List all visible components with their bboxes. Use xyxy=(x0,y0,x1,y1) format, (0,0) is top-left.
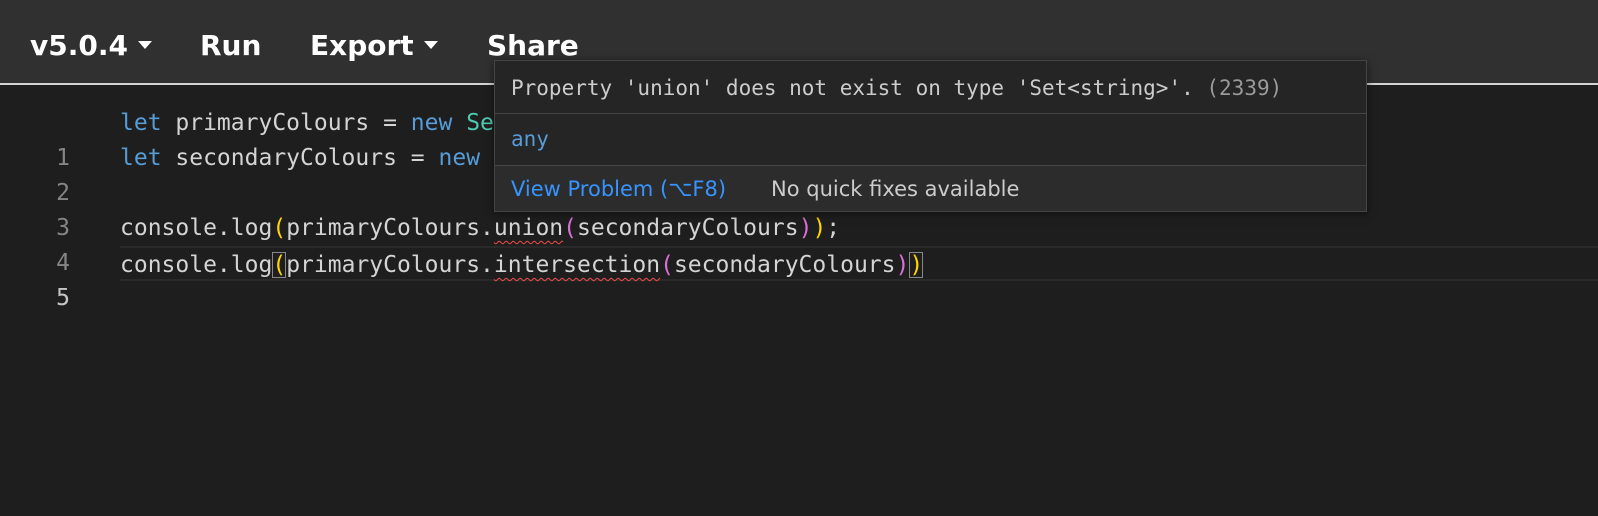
matched-bracket-token: ( xyxy=(272,252,287,278)
identifier-token: secondaryColours xyxy=(673,252,896,278)
chevron-down-icon xyxy=(137,41,152,49)
identifier-token: primaryColours. xyxy=(286,252,494,278)
chevron-down-icon xyxy=(423,41,438,49)
code-line-active[interactable]: 5 console.log(primaryColours.intersectio… xyxy=(0,246,1598,311)
identifier-token: primaryColours. xyxy=(286,215,494,241)
line-content[interactable]: console.log(primaryColours.intersection(… xyxy=(120,246,1598,281)
error-message: Property 'union' does not exist on type … xyxy=(511,73,1282,103)
keyword-token: let xyxy=(120,110,162,136)
type-info: any xyxy=(511,127,549,151)
run-label: Run xyxy=(200,29,262,62)
class-token: Se xyxy=(452,110,494,136)
hover-status-bar: View Problem (⌥F8) No quick fixes availa… xyxy=(495,165,1366,211)
version-dropdown[interactable]: v5.0.4 xyxy=(30,28,152,64)
line-number: 5 xyxy=(56,285,70,311)
bracket-token: ( xyxy=(272,215,287,241)
bracket-token: ) xyxy=(812,215,827,241)
keyword-token: let xyxy=(120,145,162,171)
export-label: Export xyxy=(310,29,414,62)
bracket-token: ) xyxy=(798,215,813,241)
playground-window: v5.0.4 Run Export Share 1 let primaryCol… xyxy=(0,0,1598,516)
view-problem-link[interactable]: View Problem (⌥F8) xyxy=(511,174,726,204)
error-message-text: Property 'union' does not exist on type … xyxy=(511,76,1194,100)
identifier-token: primaryColours = xyxy=(161,110,411,136)
identifier-token: console.log xyxy=(120,252,273,278)
share-button[interactable]: Share xyxy=(487,28,579,64)
quick-fix-status: No quick fixes available xyxy=(771,177,1020,201)
version-label: v5.0.4 xyxy=(30,29,128,62)
divider xyxy=(495,113,1366,114)
error-token[interactable]: union xyxy=(494,215,563,241)
keyword-token: new xyxy=(410,110,453,136)
keyword-token: new xyxy=(438,145,481,171)
matched-bracket-token: ) xyxy=(909,252,924,278)
code-line[interactable]: 4 console.log(primaryColours.union(secon… xyxy=(0,211,1598,276)
line-content[interactable]: console.log(primaryColours.union(seconda… xyxy=(120,211,1598,246)
identifier-token: console.log xyxy=(120,215,273,241)
identifier-token: secondaryColours xyxy=(577,215,799,241)
bracket-token: ( xyxy=(660,252,674,278)
semicolon-token: ; xyxy=(826,215,841,241)
export-dropdown[interactable]: Export xyxy=(310,28,438,64)
share-label: Share xyxy=(487,29,579,62)
bracket-token: ) xyxy=(895,252,910,278)
error-hover-popup: Property 'union' does not exist on type … xyxy=(494,60,1367,212)
identifier-token: secondaryColours = xyxy=(161,145,439,171)
error-code: (2339) xyxy=(1206,76,1283,100)
bracket-token: ( xyxy=(563,215,578,241)
run-button[interactable]: Run xyxy=(200,28,261,64)
error-token[interactable]: intersection xyxy=(494,252,660,278)
